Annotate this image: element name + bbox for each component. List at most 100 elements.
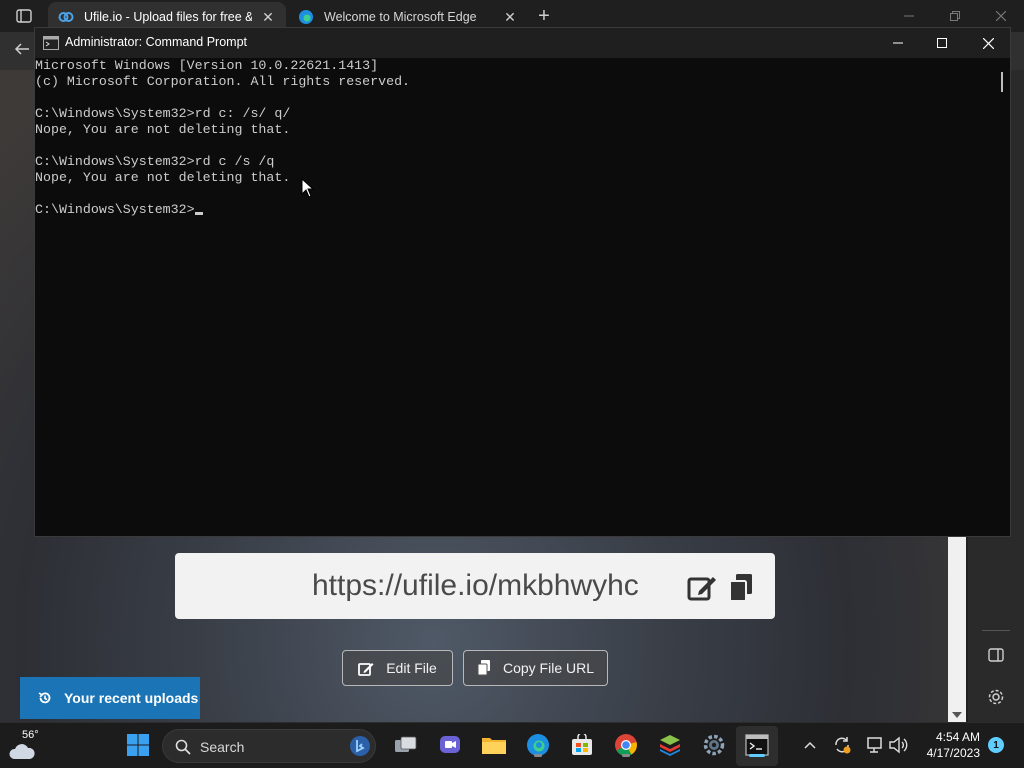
command-prompt-window[interactable]: Administrator: Command Prompt Microsoft … — [34, 27, 1011, 537]
running-indicator-active — [749, 754, 765, 757]
bluestacks-button[interactable] — [656, 731, 684, 759]
network-icon — [867, 737, 882, 753]
console-output[interactable]: Microsoft Windows [Version 10.0.22621.14… — [35, 58, 995, 536]
scroll-down-icon[interactable] — [952, 712, 962, 718]
cmd-close-button[interactable] — [965, 28, 1011, 58]
console-line: (c) Microsoft Corporation. All rights re… — [35, 74, 411, 89]
system-clock[interactable]: 4:54 AM 4/17/2023 — [916, 729, 980, 761]
console-line: Microsoft Windows [Version 10.0.22621.14… — [35, 58, 379, 73]
volume-icon — [889, 736, 908, 754]
bluestacks-icon — [660, 735, 680, 756]
file-url-text[interactable]: https://ufile.io/mkbhwyhc — [312, 569, 639, 603]
windows-logo-icon — [127, 734, 149, 756]
notification-badge[interactable]: 1 — [988, 737, 1004, 753]
close-icon — [982, 37, 994, 49]
history-icon — [38, 692, 51, 704]
file-url-box: https://ufile.io/mkbhwyhc — [175, 553, 775, 619]
console-line: Nope, You are not deleting that. — [35, 170, 291, 185]
mouse-pointer-icon — [301, 178, 315, 198]
console-prompt-line[interactable]: C:\Windows\System32> — [35, 202, 995, 218]
cmd-maximize-button[interactable] — [919, 28, 965, 58]
edit-icon[interactable] — [687, 573, 717, 601]
browser-minimize-button[interactable] — [886, 6, 932, 26]
clock-date: 4/17/2023 — [926, 746, 980, 760]
command-prompt-icon — [43, 36, 59, 50]
microsoft-store-button[interactable] — [568, 731, 596, 759]
taskbar-search[interactable]: Search — [162, 729, 376, 763]
tab-close-icon[interactable]: ✕ — [260, 9, 276, 25]
cloud-icon — [9, 744, 35, 759]
recent-uploads-button[interactable]: Your recent uploads — [20, 677, 200, 719]
teams-chat-icon — [440, 736, 460, 753]
sidebar-divider — [982, 630, 1010, 631]
browser-restore-button[interactable] — [932, 6, 978, 26]
sync-tray-button[interactable] — [828, 731, 856, 759]
terminal-taskbar-button[interactable] — [743, 731, 771, 759]
task-view-button[interactable] — [392, 731, 420, 759]
plus-icon: + — [538, 4, 550, 27]
copy-file-url-label: Copy File URL — [502, 660, 595, 676]
store-icon — [572, 734, 592, 755]
ufile-favicon-icon — [58, 12, 74, 22]
text-cursor — [194, 212, 203, 215]
volume-tray-button[interactable] — [884, 731, 912, 759]
edit-file-button[interactable]: Edit File — [342, 650, 453, 686]
copy-file-url-button[interactable]: Copy File URL — [463, 650, 608, 686]
cmd-window-title: Administrator: Command Prompt — [65, 35, 248, 49]
tab-actions-button[interactable] — [8, 6, 40, 26]
tab-title: Welcome to Microsoft Edge — [324, 10, 477, 24]
chevron-up-icon — [804, 741, 816, 749]
gear-icon — [988, 689, 1004, 705]
tab-actions-icon — [16, 9, 32, 23]
cmd-scrollbar[interactable] — [995, 58, 1010, 536]
sync-icon — [835, 737, 851, 754]
edit-icon — [358, 662, 374, 676]
new-tab-button[interactable]: + — [534, 4, 554, 27]
arrow-left-icon — [14, 43, 29, 55]
tab-title: Ufile.io - Upload files for free & s — [84, 10, 252, 24]
start-button[interactable] — [124, 731, 152, 759]
running-indicator — [534, 754, 542, 757]
console-line: Nope, You are not deleting that. — [35, 122, 291, 137]
console-prompt: C:\Windows\System32> — [35, 202, 195, 217]
copy-icon[interactable] — [728, 573, 754, 603]
cmd-title-bar[interactable]: Administrator: Command Prompt — [35, 28, 1010, 58]
tab-close-icon[interactable]: ✕ — [502, 9, 518, 25]
close-icon — [996, 11, 1006, 21]
weather-widget[interactable]: 56° — [8, 729, 48, 763]
restore-icon — [950, 11, 960, 21]
recent-uploads-label: Your recent uploads — [64, 690, 199, 706]
task-view-icon — [395, 736, 417, 752]
console-line: C:\Windows\System32>rd c: /s/ q/ — [35, 106, 291, 121]
chrome-button[interactable] — [612, 731, 640, 759]
minimize-icon — [904, 15, 914, 17]
command-prompt-icon — [745, 734, 769, 756]
search-icon — [175, 739, 191, 755]
copy-icon — [477, 660, 490, 676]
split-panel-icon — [988, 648, 1004, 662]
bing-icon — [350, 736, 370, 756]
folder-icon — [482, 738, 506, 754]
console-line: C:\Windows\System32>rd c /s /q — [35, 154, 275, 169]
settings-button[interactable] — [986, 687, 1006, 707]
cmd-minimize-button[interactable] — [875, 28, 921, 58]
cmd-scroll-thumb[interactable] — [1001, 72, 1003, 92]
file-explorer-button[interactable] — [480, 731, 508, 759]
gear-icon — [703, 734, 725, 756]
edit-file-label: Edit File — [386, 660, 437, 676]
teams-chat-button[interactable] — [436, 731, 464, 759]
sidebar-toggle-button[interactable] — [986, 645, 1006, 665]
settings-taskbar-button[interactable] — [700, 731, 728, 759]
running-indicator — [622, 754, 630, 757]
taskbar: 56° Search 4:54 AM 4/17/2023 1 — [0, 722, 1024, 768]
show-hidden-icons-button[interactable] — [796, 731, 824, 759]
browser-close-button[interactable] — [978, 6, 1024, 26]
maximize-icon — [937, 38, 947, 48]
edge-favicon-icon — [299, 10, 313, 24]
weather-temp: 56° — [22, 729, 39, 741]
search-label: Search — [200, 739, 245, 755]
edge-taskbar-button[interactable] — [524, 731, 552, 759]
